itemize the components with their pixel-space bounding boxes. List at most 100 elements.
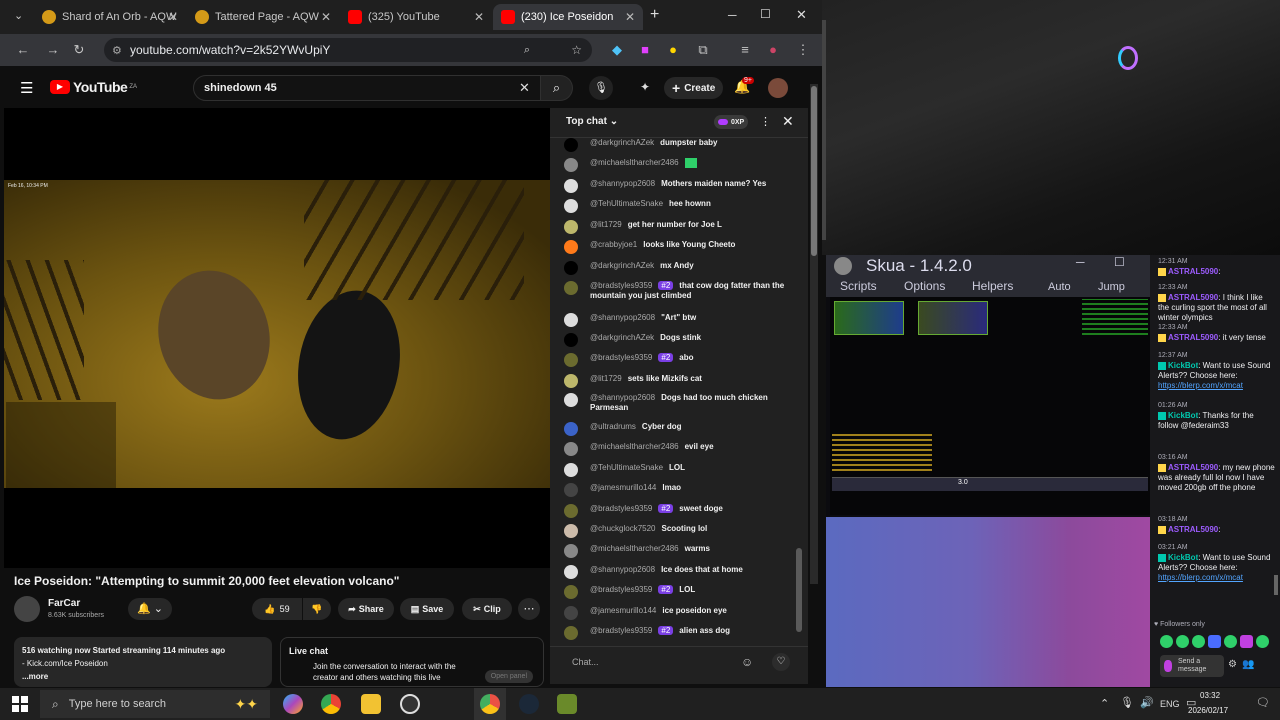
stream-chat-author[interactable]: ASTRAL5090 xyxy=(1168,293,1218,302)
voice-search-button[interactable]: 🎙 xyxy=(589,76,613,100)
more-actions-button[interactable]: ⋯ xyxy=(518,598,540,620)
skua-jump-button[interactable]: Jump xyxy=(1098,281,1125,293)
reload-icon[interactable]: ↻ xyxy=(70,41,88,59)
chat-author[interactable]: @michaelsltharcher2486 xyxy=(590,544,679,553)
chat-avatar[interactable] xyxy=(564,565,578,579)
chat-avatar[interactable] xyxy=(564,463,578,477)
obs-icon[interactable] xyxy=(400,694,420,714)
chat-author[interactable]: @shannypop2608 xyxy=(590,565,655,574)
chat-message[interactable]: @michaelsltharcher2486 evil eye xyxy=(564,442,800,462)
close-chat-icon[interactable]: ✕ xyxy=(782,113,794,130)
chat-avatar[interactable] xyxy=(564,504,578,518)
stream-chat-message[interactable]: 03:18 AM ASTRAL5090: xyxy=(1158,515,1276,535)
stream-chat-author[interactable]: ASTRAL5090 xyxy=(1168,463,1218,472)
chat-author[interactable]: @crabbyjoe1 xyxy=(590,240,637,249)
stream-chat-message[interactable]: 12:31 AM ASTRAL5090: xyxy=(1158,257,1276,277)
channel-avatar[interactable] xyxy=(14,596,40,622)
emote-bar[interactable] xyxy=(1160,635,1272,649)
extension-icon[interactable]: ◆ xyxy=(608,41,626,59)
chat-users-icon[interactable]: 👥 xyxy=(1242,659,1254,670)
chat-author[interactable]: @darkgrinchAZek xyxy=(590,138,654,147)
extensions-puzzle-icon[interactable]: ⧉ xyxy=(694,41,712,59)
sound-alerts-link[interactable]: https://blerp.com/x/mcat xyxy=(1158,573,1276,583)
dislike-button[interactable]: 👎 xyxy=(303,598,331,620)
stream-chat-message[interactable]: 03:16 AM ASTRAL5090: my new phone was alr… xyxy=(1158,453,1276,493)
send-message-input[interactable]: Send a message xyxy=(1160,655,1224,677)
chat-message[interactable]: @shannypop2608 Mothers maiden name? Yes xyxy=(564,179,800,199)
chat-author[interactable]: @chuckglock7520 xyxy=(590,524,656,533)
chat-author[interactable]: @bradstyles9359 xyxy=(590,585,652,594)
channel-name[interactable]: FarCar xyxy=(48,598,80,609)
chat-author[interactable]: @jamesmurillo144 xyxy=(590,483,656,492)
emote-icon[interactable] xyxy=(1224,635,1237,648)
chat-message[interactable]: @bradstyles9359 #2 abo xyxy=(564,353,800,373)
site-info-icon[interactable]: ⚙ xyxy=(112,44,122,57)
chat-message[interactable]: @darkgrinchAZek mx Andy xyxy=(564,261,800,281)
heart-icon[interactable]: ♡ xyxy=(772,653,790,671)
skua-menu-scripts[interactable]: Scripts xyxy=(840,279,877,293)
chat-message[interactable]: @bradstyles9359 #2 alien ass dog xyxy=(564,626,800,646)
chat-author[interactable]: @TehUltimateSnake xyxy=(590,199,663,208)
tray-chevron-icon[interactable]: ⌃ xyxy=(1100,697,1109,710)
chat-author[interactable]: @bradstyles9359 xyxy=(590,281,652,290)
steam-icon[interactable] xyxy=(519,694,539,714)
stream-chat-message[interactable]: 12:37 AM KickBot: Want to use Sound Alert… xyxy=(1158,351,1276,391)
emote-icon[interactable] xyxy=(1208,635,1221,648)
emote-icon[interactable] xyxy=(1240,635,1253,648)
game-icon[interactable] xyxy=(557,694,577,714)
chat-avatar[interactable] xyxy=(564,199,578,213)
tab-tattered-page[interactable]: Tattered Page - AQW ✕ xyxy=(187,4,339,30)
save-button[interactable]: ▤ Save xyxy=(400,598,454,620)
skua-auto-button[interactable]: Auto xyxy=(1048,281,1071,293)
description-box[interactable]: 516 watching now Started streaming 114 m… xyxy=(14,637,272,687)
chat-input[interactable]: Chat... xyxy=(572,657,599,667)
chat-author[interactable]: @TehUltimateSnake xyxy=(590,463,663,472)
extension-icon[interactable]: ■ xyxy=(636,41,654,59)
chat-message[interactable]: @chuckglock7520 Scooting lol xyxy=(564,524,800,544)
chat-author[interactable]: @lit1729 xyxy=(590,374,622,383)
description-more-link[interactable]: ...more xyxy=(22,670,264,683)
stream-chat-author[interactable]: KickBot xyxy=(1168,553,1198,562)
chat-author[interactable]: @michaelsltharcher2486 xyxy=(590,442,679,451)
chat-avatar[interactable] xyxy=(564,353,578,367)
skua-minimize-button[interactable]: ─ xyxy=(1076,255,1085,269)
clip-button[interactable]: ✂ Clip xyxy=(462,598,512,620)
clock-time[interactable]: 03:32 xyxy=(1200,691,1220,700)
emote-icon[interactable] xyxy=(1176,635,1189,648)
stream-chat-message[interactable]: 12:33 AM ASTRAL5090: I think I like the c… xyxy=(1158,283,1276,323)
notify-bell-dropdown[interactable]: 🔔 ⌄ xyxy=(128,598,172,620)
close-window-button[interactable]: ✕ xyxy=(796,7,807,23)
notifications-icon[interactable]: 🗨 xyxy=(1256,696,1270,709)
tab-ice-poseidon[interactable]: (230) Ice Poseidon ✕ xyxy=(493,4,643,30)
chat-author[interactable]: @bradstyles9359 xyxy=(590,504,652,513)
clock-date[interactable]: 2026/02/17 xyxy=(1188,706,1228,715)
extension-icon[interactable]: ● xyxy=(664,41,682,59)
like-button[interactable]: 👍 59 xyxy=(252,598,302,620)
bookmark-star-icon[interactable]: ☆ xyxy=(571,43,582,57)
chat-menu-icon[interactable]: ⋮ xyxy=(760,115,771,128)
chat-message[interactable]: @michaelsltharcher2486 xyxy=(564,158,800,178)
top-chat-dropdown[interactable]: Top chat ⌄ xyxy=(566,116,618,127)
chat-message[interactable]: @shannypop2608 Dogs had too much chicken … xyxy=(564,393,800,413)
chat-author[interactable]: @bradstyles9359 xyxy=(590,353,652,362)
file-explorer-icon[interactable] xyxy=(361,694,381,714)
chat-avatar[interactable] xyxy=(564,374,578,388)
search-button[interactable]: ⌕ xyxy=(541,75,573,101)
clear-search-icon[interactable]: ✕ xyxy=(519,80,530,96)
chat-settings-icon[interactable]: ⚙ xyxy=(1228,659,1237,670)
skua-menu-helpers[interactable]: Helpers xyxy=(972,279,1013,293)
chat-author[interactable]: @shannypop2608 xyxy=(590,179,655,188)
chat-message[interactable]: @bradstyles9359 #2 LOL xyxy=(564,585,800,605)
taskbar-search-box[interactable]: ⌕ Type here to search ✦✦ xyxy=(40,690,270,718)
chat-avatar[interactable] xyxy=(564,544,578,558)
chat-message[interactable]: @jamesmurillo144 lmao xyxy=(564,483,800,503)
chat-avatar[interactable] xyxy=(564,333,578,347)
chat-author[interactable]: @ultradrums xyxy=(590,422,636,431)
chat-avatar[interactable] xyxy=(564,179,578,193)
new-tab-button[interactable]: + xyxy=(650,6,659,24)
chat-author[interactable]: @darkgrinchAZek xyxy=(590,333,654,342)
create-button[interactable]: + Create xyxy=(664,77,724,99)
hamburger-menu-icon[interactable]: ☰ xyxy=(20,79,33,97)
xp-badge[interactable]: 0XP xyxy=(714,115,749,129)
forward-icon[interactable]: → xyxy=(44,41,62,59)
